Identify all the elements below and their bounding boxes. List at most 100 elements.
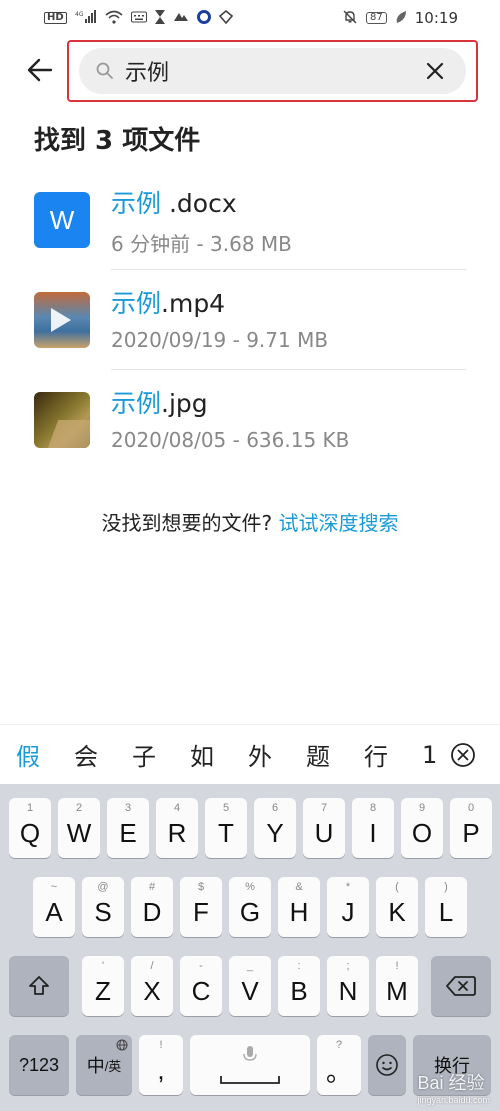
ime-candidate-bar: 假 会 子 如 外 题 行 1 [0,724,500,784]
hourglass-icon [154,10,165,26]
key-h[interactable]: & H [278,877,320,937]
key-m[interactable]: ! M [376,956,418,1016]
key-hint: : [297,960,301,972]
comma-key[interactable]: !, [139,1035,183,1095]
key-t[interactable]: 5T [205,798,247,858]
key-hint: 7 [320,802,328,814]
search-bar[interactable] [79,48,466,94]
period-key[interactable]: ?。 [317,1035,361,1095]
file-item-docx[interactable]: W 示例 .docx 6 分钟前 - 3.68 MB [0,170,500,270]
signal-icon: 4G [75,10,97,26]
space-key[interactable] [190,1035,310,1095]
backspace-icon [446,976,476,996]
key-hint: 3 [124,802,132,814]
key-hint: @ [97,881,109,893]
key-d[interactable]: # D [131,877,173,937]
search-icon [96,62,113,79]
key-e[interactable]: 3E [107,798,149,858]
play-icon [51,308,71,332]
key-label: L [438,896,454,927]
deep-search-link[interactable]: 试试深度搜索 [278,511,398,535]
key-hint: 8 [369,802,377,814]
keyboard-row-2: ~ A @ S # D $ F % G & H * J (K ) L [0,877,500,939]
key-r[interactable]: 4R [156,798,198,858]
not-found-text: 没找到想要的文件? [101,511,279,535]
back-arrow-icon [27,58,53,82]
file-name-extension: .docx [161,189,237,218]
candidate-word[interactable]: 会 [74,737,132,772]
wifi-icon [105,10,123,26]
language-switch-key[interactable]: 中/英 [76,1035,132,1095]
emoji-key[interactable] [368,1035,406,1095]
candidate-word[interactable]: 题 [306,737,364,772]
key-i[interactable]: 8I [352,798,394,858]
file-item-mp4[interactable]: 示例.mp4 2020/09/19 - 9.71 MB [0,270,500,370]
key-label: N [338,975,358,1006]
shift-key[interactable] [9,956,69,1016]
smiley-icon [376,1054,398,1076]
key-hint: ; [346,960,350,972]
search-header [0,40,500,106]
candidate-word[interactable]: 1 [422,741,436,769]
key-l[interactable]: ) L [425,877,467,937]
file-item-jpg[interactable]: 示例.jpg 2020/08/05 - 636.15 KB [0,370,500,470]
key-a[interactable]: ~ A [33,877,75,937]
key-x[interactable]: / X [131,956,173,1016]
key-label: G [239,896,261,927]
key-b[interactable]: :B [278,956,320,1016]
key-label: C [191,975,211,1006]
key-label: P [462,817,480,848]
key-p[interactable]: 0P [450,798,492,858]
candidate-word[interactable]: 如 [190,737,248,772]
key-label: W [66,817,92,848]
key-q[interactable]: 1Q [9,798,51,858]
key-z[interactable]: ' Z [82,956,124,1016]
candidate-word[interactable]: 假 [16,737,74,772]
image-thumbnail [34,392,90,448]
key-g[interactable]: % G [229,877,271,937]
key-c[interactable]: -C [180,956,222,1016]
result-count-heading: 找到 3 项文件 [34,126,201,156]
key-hint: - [199,960,203,972]
key-label: X [143,975,161,1006]
not-found-prompt: 没找到想要的文件? 试试深度搜索 [0,507,500,536]
clear-search-button[interactable] [420,56,450,86]
key-label: S [94,896,112,927]
key-v[interactable]: _ V [229,956,271,1016]
key-label: K [388,896,406,927]
backspace-key[interactable] [431,956,491,1016]
key-n[interactable]: ; N [327,956,369,1016]
key-hint: # [148,881,156,893]
candidate-word[interactable]: 外 [248,737,306,772]
key-label: Q [19,817,41,848]
key-hint: ! [159,1039,163,1051]
candidate-word[interactable]: 子 [132,737,190,772]
key-u[interactable]: 7U [303,798,345,858]
key-y[interactable]: 6Y [254,798,296,858]
keyboard-status-icon [130,11,147,25]
collapse-candidates-button[interactable] [450,742,476,768]
file-meta: 2020/08/05 - 636.15 KB [111,428,350,452]
key-label: B [290,975,308,1006]
key-hint: / [150,960,154,972]
key-label: 。 [325,1056,352,1087]
key-label: H [289,896,309,927]
numbers-key[interactable]: ?123 [9,1035,69,1095]
circle-close-icon [451,743,475,767]
key-label: I [369,817,377,848]
soft-keyboard: 1Q 2W 3E 4R 5T 6Y 7U 8I 9O 0P ~ A @ S # D $… [0,784,500,1111]
key-w[interactable]: 2W [58,798,100,858]
back-button[interactable] [22,50,58,90]
key-hint: 6 [271,802,279,814]
search-input[interactable] [125,51,420,91]
key-j[interactable]: * J [327,877,369,937]
candidate-word[interactable]: 行 [364,737,422,772]
key-k[interactable]: (K [376,877,418,937]
watermark: Bai 经验 jingyan.baidu.com [417,1069,490,1105]
key-s[interactable]: @ S [82,877,124,937]
status-time: 10:19 [414,9,458,27]
key-o[interactable]: 9O [401,798,443,858]
key-f[interactable]: $ F [180,877,222,937]
watermark-text: Bai 经验 [417,1073,485,1093]
app-notification-icon [173,11,189,25]
